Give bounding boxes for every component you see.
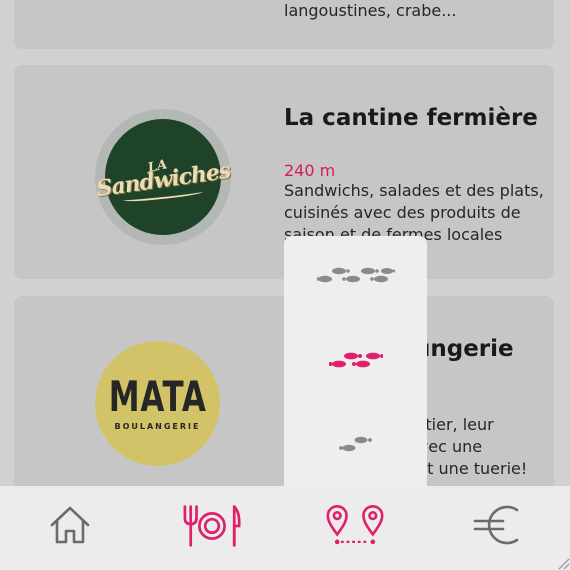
place-distance: 240 m — [284, 161, 336, 180]
pace-menu — [284, 236, 427, 496]
restaurant-icon — [183, 505, 241, 547]
euro-icon — [473, 505, 519, 545]
place-description: langoustines, crabe... — [284, 1, 457, 20]
place-title: La cantine fermière — [284, 105, 538, 131]
footsteps-fast-icon — [316, 267, 395, 283]
nav-budget[interactable] — [468, 500, 528, 550]
resize-grip-icon[interactable] — [556, 556, 570, 570]
route-icon — [326, 504, 384, 545]
place-logo: MATA BOULANGERIE — [95, 341, 220, 466]
place-description: artier, leur avec une est une tuerie! — [409, 415, 528, 478]
home-icon — [50, 506, 90, 544]
footsteps-medium-icon — [328, 352, 383, 368]
nav-restaurants[interactable] — [182, 500, 242, 550]
pace-option-slow[interactable] — [284, 424, 427, 464]
bottom-navigation — [0, 486, 570, 570]
pace-option-medium[interactable] — [284, 340, 427, 380]
pace-option-fast[interactable] — [284, 256, 427, 296]
place-logo: LA Sandwiches — [95, 109, 231, 245]
footsteps-slow-icon — [338, 436, 372, 452]
nav-home[interactable] — [40, 500, 100, 550]
nav-route[interactable] — [325, 500, 385, 550]
place-card[interactable]: langoustines, crabe... — [14, 0, 554, 49]
